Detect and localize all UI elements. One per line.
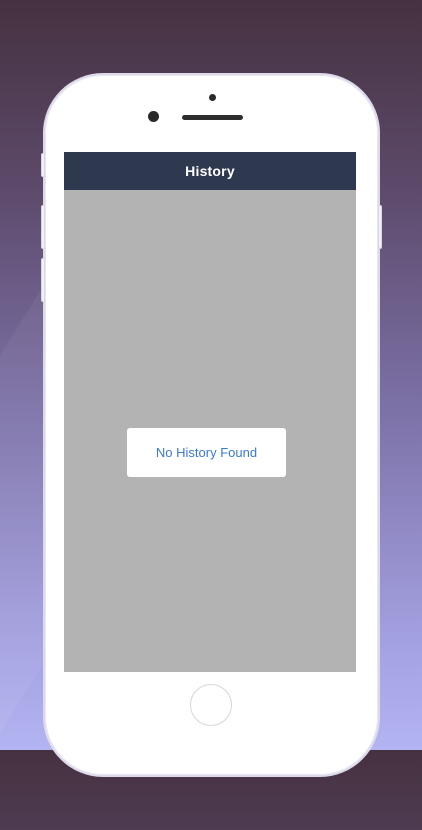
earpiece-speaker — [182, 115, 243, 120]
volume-up-button — [41, 205, 45, 249]
page-title: History — [185, 163, 235, 179]
power-button — [378, 205, 382, 249]
home-button-icon[interactable] — [190, 684, 232, 726]
volume-down-button — [41, 258, 45, 302]
navigation-bar: History — [64, 152, 356, 190]
mute-switch — [41, 153, 45, 177]
phone-frame: History No History Found — [41, 75, 382, 775]
proximity-sensor — [209, 94, 216, 101]
empty-state-card: No History Found — [127, 428, 286, 477]
empty-state-message: No History Found — [155, 445, 258, 460]
app-screen: History No History Found — [64, 152, 356, 672]
front-camera-icon — [148, 111, 159, 122]
